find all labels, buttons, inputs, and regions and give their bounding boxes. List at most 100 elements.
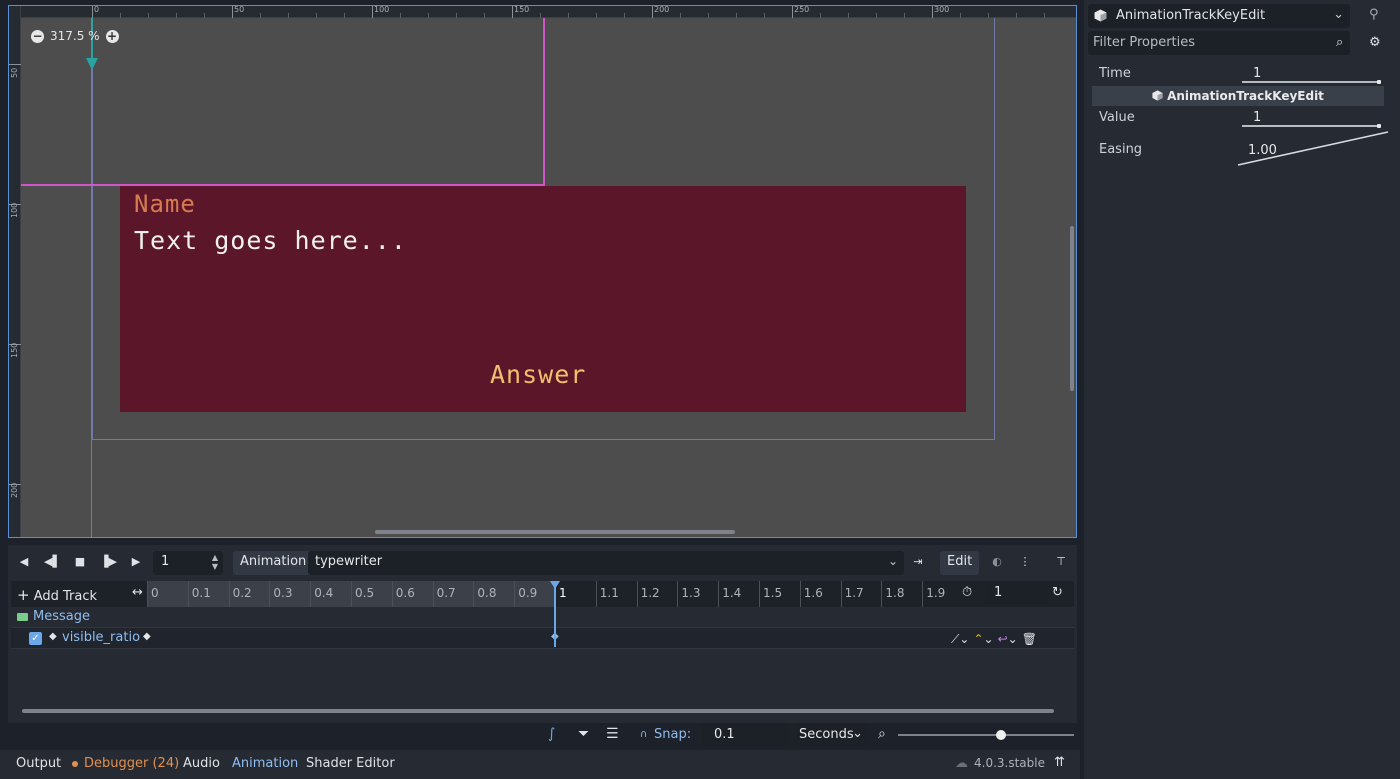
timeline-scale[interactable]: 0 0.1 0.2 0.3 0.4 0.5 0.6 0.7 0.8 0.9 1 1.1 1.2 1.3 1.… [147,581,951,607]
value-slider-track[interactable] [1242,125,1380,127]
snap-input[interactable]: 0.1 [702,723,790,747]
chevron-down-icon: ⌄ [1333,7,1344,22]
time-unit-select[interactable]: Seconds ⌄ [794,723,868,747]
track-list-icon[interactable]: ☰ [606,726,619,742]
ruler-minor-tick [204,13,205,18]
playhead[interactable] [554,583,556,647]
zoom-out-icon[interactable]: − [31,29,44,43]
spin-arrows-icon[interactable]: ▲ ▼ [212,553,218,571]
timeline-tick-line [473,581,475,607]
pin-icon[interactable]: ⊤ [1053,554,1069,570]
canvas-viewport[interactable]: Name Text goes here... Answer 0 50 100 150 2… [8,5,1077,538]
timeline-tick-line [718,581,720,607]
add-track-button[interactable]: + Add Track [17,586,97,604]
ruler-minor-tick [344,13,345,18]
table-row[interactable]: ✓ ◆ visible_ratio ⟋⌄ ⌃⌄ ↩⌄ 🗑 ◆◆ [11,627,1074,649]
time-slider-track[interactable] [1242,81,1380,83]
track-tools: ⟋⌄ ⌃⌄ ↩⌄ 🗑 [951,629,1074,649]
ruler-minor-tick [148,13,149,18]
interpolation-icon[interactable]: ⌃⌄ [973,632,993,646]
animation-menu-button[interactable]: Animation [233,551,314,575]
inspector-tools-icon[interactable]: ⚙ [1369,35,1381,50]
tab-debugger[interactable]: Debugger (24) [84,756,179,771]
time-slider-knob[interactable] [1377,80,1381,84]
timeline-zoom-slider[interactable] [898,734,1074,736]
play-backwards-icon[interactable]: ◀ [16,554,32,570]
timeline-zoom-grabber[interactable] [996,730,1006,740]
timeline-tick-line [310,581,312,607]
animation-select[interactable]: typewriter ⌄ [308,551,904,575]
ruler-minor-tick [876,13,877,18]
tab-animation[interactable]: Animation [232,756,298,771]
autoplay-icon[interactable]: ⇥ [910,554,926,570]
ruler-minor-tick [428,13,429,18]
ruler-tick [932,6,933,18]
ruler-label: 100 [374,5,390,14]
current-time-value: 1 [161,554,170,569]
tab-shader-editor[interactable]: Shader Editor [306,756,395,771]
ruler-vertical: 50 100 150 200 [9,6,21,537]
dialog-answer-button[interactable]: Answer [490,360,586,389]
filter-icon[interactable]: ⏷ [578,726,589,742]
timeline-tick-label: 1.3 [681,586,701,600]
time-property-value[interactable]: 1 [1253,66,1261,81]
object-cube-icon [1152,90,1163,101]
value-property-value[interactable]: 1 [1253,110,1261,125]
inspector-object-name: AnimationTrackKeyEdit [1116,8,1266,23]
timeline-tick-label: 1.9 [926,586,946,600]
zoom-in-icon[interactable]: + [105,29,119,43]
ruler-minor-tick [456,13,457,18]
play-icon[interactable]: ▶ [128,554,144,570]
expand-dock-icon[interactable]: ⇈ [1054,755,1065,770]
ruler-minor-tick [568,13,569,18]
keyframe-icon[interactable]: ◆ [143,631,151,642]
timeline-tick-line [840,581,842,607]
edit-menu-button[interactable]: Edit [940,551,980,575]
bottom-dock-tabs: Output Debugger (24) Audio Animation Sha… [0,750,1080,779]
stop-icon[interactable]: ■ [72,554,88,570]
timer-icon[interactable]: ⏱ [962,585,972,600]
play-backwards-from-end-icon[interactable]: ◀▌ [44,554,61,570]
track-group-label: Message [33,609,90,624]
snap-icon[interactable]: ∩ [640,729,647,740]
ruler-minor-tick [288,13,289,18]
loop-icon[interactable]: ↻ [1052,585,1063,600]
animation-bottom-toolbar: ∫ ⏷ ☰ ∩ Snap: 0.1 Seconds ⌄ ⌕ [8,722,1077,748]
zoom-search-icon[interactable]: ⌕ [878,726,886,742]
dialog-panel[interactable]: Name Text goes here... Answer [120,186,966,412]
ruler-minor-tick [484,13,485,18]
filter-properties-input[interactable]: Filter Properties [1088,31,1350,55]
ruler-horizontal: 0 50 100 150 200 250 300 [9,5,1076,18]
fit-width-icon[interactable]: ↔ [132,585,143,600]
tab-output[interactable]: Output [16,756,61,771]
onion-skin-icon[interactable]: ◐ [989,554,1005,570]
viewport-horizontal-scrollbar[interactable] [375,530,735,534]
chevron-down-icon: ⌄ [852,726,863,741]
current-time-spinbox[interactable]: 1 ▲ ▼ [153,551,223,575]
object-history-icon[interactable]: ⚲ [1369,7,1379,22]
ruler-minor-tick [680,13,681,18]
viewport-vertical-scrollbar[interactable] [1070,226,1074,391]
inspector-section-header[interactable]: AnimationTrackKeyEdit [1092,86,1384,106]
ruler-label: 150 [514,5,530,14]
ruler-label: 50 [10,67,19,78]
loop-wrap-icon[interactable]: ↩⌄ [998,632,1018,646]
animation-length-spinbox[interactable]: 1 [986,584,1048,604]
delete-track-icon[interactable]: 🗑 [1022,632,1037,646]
play-from-start-icon[interactable]: ▐▶ [100,554,117,570]
timeline-tick-label: 1.6 [803,586,823,600]
ruler-tick [512,6,513,18]
update-mode-icon[interactable]: ⟋⌄ [951,632,969,647]
zoom-level[interactable]: 317.5 % [50,29,100,43]
timeline-tick-label: 0 [151,586,159,600]
timeline-scrollbar[interactable] [22,709,1054,713]
track-group-row[interactable]: Message [11,607,1074,627]
tab-audio[interactable]: Audio [183,756,220,771]
easing-property-label: Easing [1099,142,1143,157]
add-track-label: Add Track [33,589,98,604]
more-options-icon[interactable]: ⋮ [1017,554,1033,570]
ruler-minor-tick [120,13,121,18]
inspector-object-selector[interactable]: AnimationTrackKeyEdit ⌄ [1088,4,1350,28]
bezier-curve-icon[interactable]: ∫ [548,726,555,742]
track-enabled-checkbox[interactable]: ✓ [29,632,42,645]
